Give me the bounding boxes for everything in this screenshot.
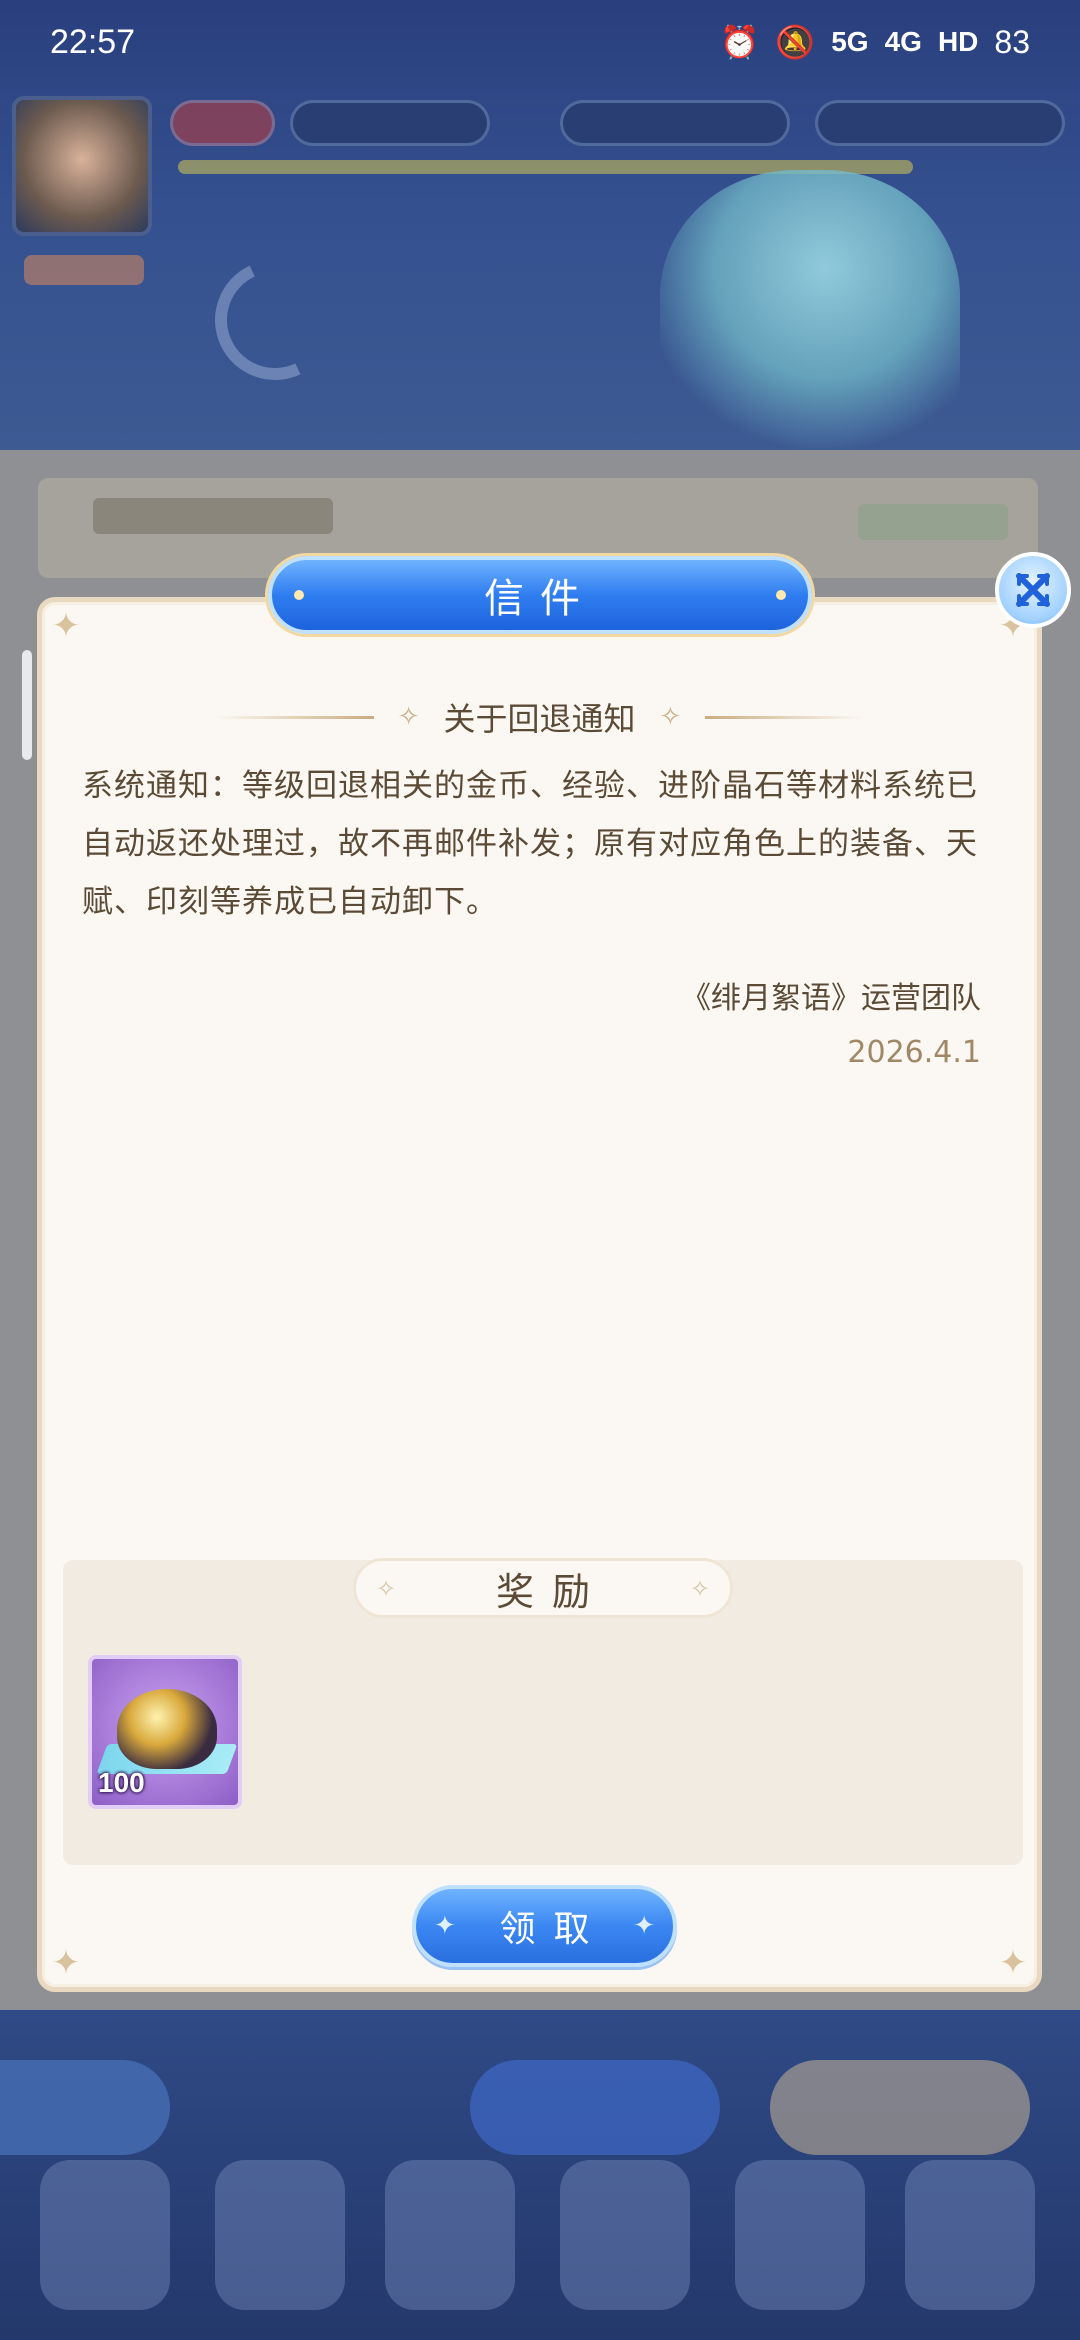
mail-subject: 关于回退通知	[443, 700, 636, 738]
character-illustration	[660, 170, 960, 450]
mail-signature: 《绯月絮语》运营团队	[681, 981, 981, 1016]
sparkle-icon: ✦	[633, 1911, 655, 1941]
status-time: 22:57	[50, 22, 136, 61]
moon-decoration	[198, 243, 352, 397]
status-bar: 22:57 ⏰ 🔕 5G 4G HD 83	[0, 0, 1080, 84]
scroll-indicator	[22, 650, 32, 760]
player-avatar	[12, 96, 152, 236]
back-button-dimmed	[0, 2060, 170, 2155]
claim-button[interactable]: ✦ 领取 ✦	[412, 1885, 677, 1967]
mail-signature-block: 《绯月絮语》运营团队 2026.4.1	[681, 972, 981, 1080]
sparkle-icon: ✧	[397, 702, 420, 732]
battery-level: 83	[994, 23, 1030, 60]
mail-body: 系统通知：等级回退相关的金币、经验、进阶晶石等材料系统已自动返还处理过，故不再邮…	[82, 768, 978, 920]
mail-date: 2026.4.1	[847, 1035, 981, 1070]
dialog-title-banner: 信件	[268, 556, 812, 634]
status-icons: ⏰ 🔕 5G 4G HD 83	[720, 23, 1030, 61]
divider-ornament-left	[213, 715, 374, 719]
signal-5g-icon: 5G	[831, 26, 869, 57]
player-name-plate	[24, 255, 144, 285]
mail-subject-row: ✧ 关于回退通知 ✧	[42, 692, 1037, 742]
close-button[interactable]	[995, 552, 1071, 628]
nav-slot-6	[905, 2160, 1035, 2310]
mail-dialog: ✦ ✦ ✦ ✦ ✧ 关于回退通知 ✧ 系统通知：等级回退相关的金币、经验、进阶晶…	[37, 597, 1042, 1992]
reward-header: ✧ 奖励 ✧	[353, 1558, 733, 1618]
hd-icon: HD	[937, 26, 979, 57]
corner-ornament-icon: ✦	[51, 606, 81, 646]
banner-dot-left	[294, 590, 304, 600]
banner-dot-right	[776, 590, 786, 600]
signal-4g-icon: 4G	[884, 26, 922, 57]
background-mail-date	[858, 504, 1008, 540]
corner-ornament-icon: ✦	[998, 1943, 1028, 1983]
sparkle-icon: ✧	[376, 1575, 397, 1603]
background-footer	[0, 2010, 1080, 2340]
claim-label: 领取	[499, 1909, 608, 1950]
reward-item[interactable]: 100	[88, 1655, 242, 1809]
background-mail-subject	[93, 498, 333, 534]
mute-bell-icon: 🔕	[775, 24, 816, 60]
reward-panel: ✧ 奖励 ✧ 100	[63, 1558, 1023, 1865]
vip-badge	[170, 100, 275, 146]
currency-gem-pill	[815, 100, 1065, 146]
reward-count: 100	[98, 1767, 145, 1798]
dialog-title: 信件	[484, 576, 596, 622]
corner-ornament-icon: ✦	[51, 1943, 81, 1983]
nav-slot-3	[385, 2160, 515, 2310]
close-icon	[1016, 573, 1050, 607]
currency-gold-pill	[560, 100, 790, 146]
sparkle-icon: ✦	[434, 1911, 456, 1941]
footer-button-dimmed-2	[770, 2060, 1030, 2155]
reward-title: 奖励	[495, 1569, 608, 1614]
nav-slot-5	[735, 2160, 865, 2310]
nav-slot-1	[40, 2160, 170, 2310]
footer-button-dimmed	[470, 2060, 720, 2155]
nav-slot-4	[560, 2160, 690, 2310]
divider-ornament-right	[705, 715, 866, 719]
sparkle-icon: ✧	[689, 1575, 710, 1603]
power-indicator	[290, 100, 490, 146]
alarm-icon: ⏰	[719, 24, 760, 60]
nav-slot-2	[215, 2160, 345, 2310]
sparkle-icon: ✧	[659, 702, 682, 732]
gold-crystal-ore-icon	[117, 1689, 217, 1769]
